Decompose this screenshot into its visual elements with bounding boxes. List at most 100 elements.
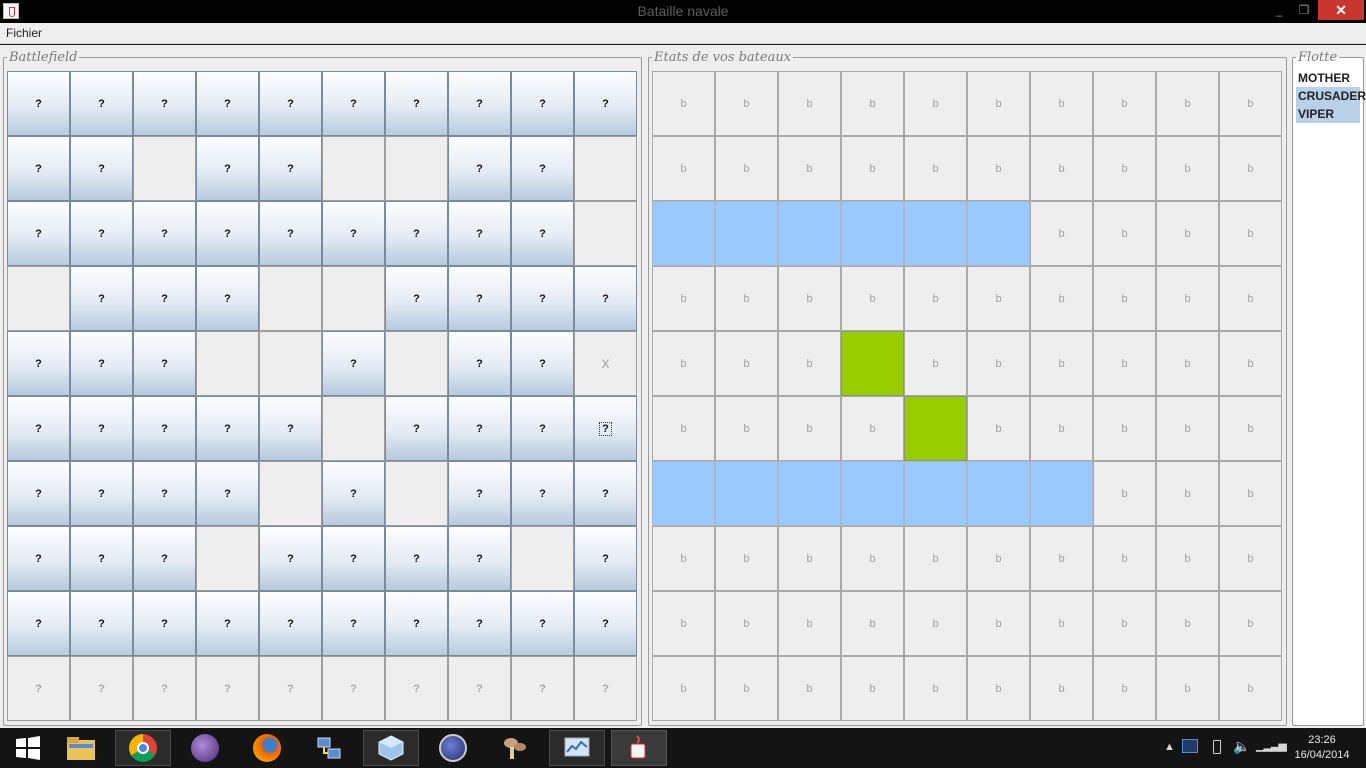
battlefield-cell[interactable]: ? bbox=[448, 136, 511, 201]
battlefield-cell[interactable]: ? bbox=[511, 591, 574, 656]
battlefield-cell[interactable]: ? bbox=[70, 71, 133, 136]
tray-overflow-icon[interactable]: ▲ bbox=[1164, 741, 1175, 753]
battlefield-cell[interactable]: ? bbox=[448, 71, 511, 136]
mushroom-icon[interactable] bbox=[487, 730, 543, 766]
battlefield-cell[interactable]: ? bbox=[448, 396, 511, 461]
battlefield-cell[interactable]: ? bbox=[70, 461, 133, 526]
battlefield-cell[interactable]: ? bbox=[574, 266, 637, 331]
battlefield-cell[interactable]: ? bbox=[70, 136, 133, 201]
battlefield-cell[interactable]: ? bbox=[448, 331, 511, 396]
battlefield-cell[interactable]: ? bbox=[259, 201, 322, 266]
battlefield-cell[interactable]: ? bbox=[133, 591, 196, 656]
battlefield-cell[interactable]: ? bbox=[133, 266, 196, 331]
battlefield-cell[interactable]: ? bbox=[574, 461, 637, 526]
battlefield-cell[interactable]: ? bbox=[448, 461, 511, 526]
battlefield-cell[interactable]: ? bbox=[322, 331, 385, 396]
battlefield-cell[interactable]: ? bbox=[511, 71, 574, 136]
action-center-icon[interactable] bbox=[1182, 739, 1198, 753]
battlefield-cell[interactable]: ? bbox=[196, 201, 259, 266]
battlefield-cell[interactable]: ? bbox=[133, 461, 196, 526]
battlefield-cell[interactable]: ? bbox=[7, 136, 70, 201]
battlefield-cell[interactable]: ? bbox=[70, 201, 133, 266]
menu-fichier[interactable]: Fichier bbox=[6, 26, 42, 40]
battlefield-cell[interactable]: ? bbox=[7, 201, 70, 266]
cell-label: ? bbox=[539, 357, 546, 370]
battlefield-cell[interactable]: ? bbox=[70, 266, 133, 331]
java-icon[interactable] bbox=[611, 730, 667, 766]
battlefield-cell[interactable]: ? bbox=[7, 591, 70, 656]
battery-icon[interactable] bbox=[1213, 740, 1221, 754]
firefox-icon[interactable] bbox=[239, 730, 295, 766]
battlefield-cell[interactable]: ? bbox=[448, 266, 511, 331]
battlefield-cell[interactable]: ? bbox=[574, 396, 637, 461]
maximize-button[interactable]: ❐ bbox=[1294, 0, 1314, 20]
battlefield-cell[interactable]: ? bbox=[322, 526, 385, 591]
battlefield-cell[interactable]: ? bbox=[385, 201, 448, 266]
battlefield-cell[interactable]: ? bbox=[7, 71, 70, 136]
start-icon[interactable] bbox=[0, 730, 56, 766]
eclipse-icon[interactable] bbox=[425, 730, 481, 766]
battlefield-cell[interactable]: ? bbox=[70, 591, 133, 656]
fleet-item-viper[interactable]: VIPER bbox=[1296, 105, 1360, 123]
fleet-item-mother[interactable]: MOTHER bbox=[1296, 69, 1360, 87]
battlefield-cell[interactable]: ? bbox=[448, 526, 511, 591]
battlefield-cell[interactable]: ? bbox=[511, 201, 574, 266]
battlefield-cell[interactable]: ? bbox=[70, 331, 133, 396]
battlefield-cell[interactable]: ? bbox=[259, 526, 322, 591]
virtualbox-icon[interactable] bbox=[363, 730, 419, 766]
battlefield-cell[interactable]: ? bbox=[511, 136, 574, 201]
close-button[interactable]: ✕ bbox=[1318, 0, 1364, 20]
minimize-button[interactable]: _ bbox=[1269, 0, 1289, 20]
battlefield-cell[interactable]: ? bbox=[574, 591, 637, 656]
network-icon[interactable] bbox=[301, 730, 357, 766]
ship-cell bbox=[967, 461, 1030, 526]
battlefield-cell[interactable]: ? bbox=[196, 396, 259, 461]
battlefield-cell[interactable]: ? bbox=[574, 71, 637, 136]
cell-label: ? bbox=[224, 227, 231, 240]
battlefield-cell[interactable]: ? bbox=[385, 71, 448, 136]
battlefield-cell[interactable]: ? bbox=[196, 266, 259, 331]
battlefield-cell[interactable]: ? bbox=[511, 266, 574, 331]
battlefield-cell[interactable]: ? bbox=[133, 526, 196, 591]
battlefield-cell[interactable]: ? bbox=[322, 201, 385, 266]
file-explorer-icon[interactable] bbox=[53, 730, 109, 766]
volume-icon[interactable]: 🔈 bbox=[1233, 738, 1250, 755]
eclipse-purple-icon[interactable] bbox=[177, 730, 233, 766]
battlefield-cell[interactable]: ? bbox=[511, 461, 574, 526]
battlefield-cell bbox=[196, 331, 259, 396]
battlefield-cell[interactable]: ? bbox=[133, 331, 196, 396]
battlefield-cell[interactable]: ? bbox=[196, 136, 259, 201]
battlefield-cell[interactable]: ? bbox=[385, 526, 448, 591]
battlefield-cell[interactable]: ? bbox=[133, 396, 196, 461]
chrome-icon[interactable] bbox=[115, 730, 171, 766]
battlefield-cell[interactable]: ? bbox=[7, 461, 70, 526]
battlefield-cell[interactable]: ? bbox=[385, 591, 448, 656]
battlefield-cell[interactable]: ? bbox=[70, 526, 133, 591]
battlefield-cell[interactable]: ? bbox=[322, 461, 385, 526]
battlefield-cell[interactable]: ? bbox=[259, 136, 322, 201]
battlefield-cell[interactable]: ? bbox=[196, 461, 259, 526]
battlefield-cell[interactable]: ? bbox=[448, 591, 511, 656]
battlefield-cell[interactable]: ? bbox=[322, 71, 385, 136]
battlefield-cell[interactable]: ? bbox=[385, 266, 448, 331]
battlefield-cell[interactable]: ? bbox=[133, 201, 196, 266]
battlefield-cell[interactable]: ? bbox=[7, 331, 70, 396]
clock[interactable]: 23:26 16/04/2014 bbox=[1282, 733, 1362, 763]
battlefield-cell[interactable]: ? bbox=[7, 526, 70, 591]
battlefield-cell[interactable]: ? bbox=[196, 591, 259, 656]
battlefield-cell[interactable]: ? bbox=[574, 526, 637, 591]
battlefield-cell[interactable]: ? bbox=[259, 591, 322, 656]
battlefield-cell[interactable]: ? bbox=[70, 396, 133, 461]
battlefield-cell[interactable]: ? bbox=[259, 396, 322, 461]
battlefield-cell[interactable]: ? bbox=[133, 71, 196, 136]
fleet-item-crusader[interactable]: CRUSADER bbox=[1296, 87, 1366, 105]
battlefield-cell[interactable]: ? bbox=[259, 71, 322, 136]
battlefield-cell[interactable]: ? bbox=[196, 71, 259, 136]
task-manager-icon[interactable] bbox=[549, 730, 605, 766]
battlefield-cell[interactable]: ? bbox=[511, 331, 574, 396]
battlefield-cell[interactable]: ? bbox=[511, 396, 574, 461]
battlefield-cell[interactable]: ? bbox=[448, 201, 511, 266]
battlefield-cell[interactable]: ? bbox=[322, 591, 385, 656]
battlefield-cell[interactable]: ? bbox=[385, 396, 448, 461]
battlefield-cell[interactable]: ? bbox=[7, 396, 70, 461]
